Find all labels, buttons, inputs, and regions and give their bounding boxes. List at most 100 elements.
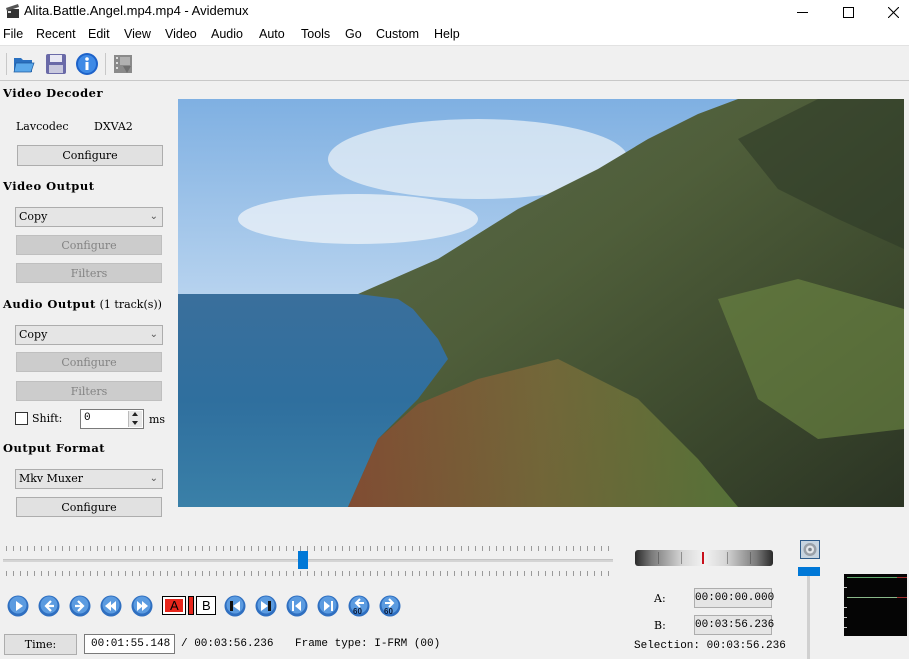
previous-frame-button[interactable] xyxy=(38,595,60,617)
forward-60s-button[interactable]: 60 xyxy=(379,595,401,617)
volume-button[interactable] xyxy=(800,540,820,559)
go-to-marker-a-button[interactable] xyxy=(224,595,246,617)
marker-a-time: 00:00:00.000 xyxy=(694,588,774,608)
marker-divider xyxy=(188,596,194,615)
menu-file[interactable]: File xyxy=(3,27,23,41)
meter-tick xyxy=(844,627,847,628)
menu-bar: File Recent Edit View Video Audio Auto T… xyxy=(0,24,909,45)
marker-b-time: 00:03:56.236 xyxy=(694,615,774,635)
jog-shuttle[interactable] xyxy=(635,550,773,566)
close-button[interactable] xyxy=(870,0,909,24)
filmstrip-filter-icon[interactable] xyxy=(111,52,135,76)
back-60s-button[interactable]: 60 xyxy=(348,595,370,617)
current-time-field[interactable]: 00:01:55.148 xyxy=(84,634,175,654)
meter-channel-left xyxy=(847,577,897,578)
toolbar xyxy=(0,45,909,81)
audio-output-configure-button[interactable]: Configure xyxy=(16,352,162,372)
avidemux-clapper-icon xyxy=(6,4,19,18)
info-icon[interactable] xyxy=(75,52,99,76)
video-output-title: Video Output xyxy=(3,179,95,193)
meter-tick xyxy=(844,587,847,588)
open-folder-icon[interactable] xyxy=(12,52,36,76)
go-to-marker-b-button[interactable] xyxy=(255,595,277,617)
close-icon xyxy=(887,6,899,18)
audio-codec-select[interactable]: Copy ⌄ xyxy=(15,325,163,345)
menu-go[interactable]: Go xyxy=(345,27,362,41)
total-time: / 00:03:56.236 xyxy=(181,638,274,650)
title-bar: Alita.Battle.Angel.mp4.mp4 - Avidemux xyxy=(0,0,909,24)
audio-shift-checkbox[interactable] xyxy=(15,412,28,425)
set-marker-a-button[interactable]: A xyxy=(162,596,186,615)
video-codec-value: Copy xyxy=(19,210,48,223)
video-preview xyxy=(178,99,904,507)
menu-edit[interactable]: Edit xyxy=(88,27,110,41)
maximize-button[interactable] xyxy=(825,0,871,24)
jog-marker xyxy=(702,552,704,564)
menu-audio[interactable]: Audio xyxy=(211,27,243,41)
audio-codec-value: Copy xyxy=(19,328,48,341)
toolbar-separator xyxy=(105,53,106,75)
back-60s-label: 60 xyxy=(353,607,362,616)
previous-keyframe-button[interactable] xyxy=(100,595,122,617)
minimize-button[interactable] xyxy=(779,0,825,24)
timeline-slider-track[interactable] xyxy=(3,559,613,562)
spin-buttons[interactable] xyxy=(128,411,142,427)
video-codec-select[interactable]: Copy ⌄ xyxy=(15,207,163,227)
audio-shift-label: Shift: xyxy=(32,412,63,425)
timeline-slider-handle[interactable] xyxy=(297,551,308,569)
volume-slider-handle[interactable] xyxy=(798,567,820,576)
chevron-down-icon: ⌄ xyxy=(149,473,158,484)
output-format-configure-button[interactable]: Configure xyxy=(16,497,162,517)
video-decoder-title: Video Decoder xyxy=(3,86,103,100)
toolbar-grip xyxy=(6,53,7,75)
menu-video[interactable]: Video xyxy=(165,27,197,41)
audio-output-header: Audio Output (1 track(s)) xyxy=(3,297,162,311)
meter-tick xyxy=(844,617,847,618)
spin-up-icon[interactable] xyxy=(132,412,138,416)
minimize-icon xyxy=(796,11,808,13)
chevron-down-icon: ⌄ xyxy=(149,329,158,340)
next-frame-button[interactable] xyxy=(69,595,91,617)
audio-shift-spinbox[interactable]: 0 xyxy=(80,409,144,429)
jog-tick xyxy=(681,552,682,564)
play-button[interactable] xyxy=(7,595,29,617)
video-filters-button[interactable]: Filters xyxy=(16,263,162,283)
video-output-configure-button[interactable]: Configure xyxy=(16,235,162,255)
jog-tick xyxy=(750,552,751,564)
timeline-ticks-bottom xyxy=(6,571,612,576)
previous-black-frame-button[interactable] xyxy=(286,595,308,617)
next-keyframe-button[interactable] xyxy=(131,595,153,617)
audio-output-title: Audio Output xyxy=(3,297,96,311)
meter-channel-right xyxy=(847,597,897,598)
audio-shift-value: 0 xyxy=(84,412,91,424)
maximize-icon xyxy=(842,6,854,18)
video-decoder-configure-button[interactable]: Configure xyxy=(17,145,163,166)
menu-custom[interactable]: Custom xyxy=(376,27,419,41)
output-muxer-select[interactable]: Mkv Muxer ⌄ xyxy=(15,469,163,489)
window-title: Alita.Battle.Angel.mp4.mp4 - Avidemux xyxy=(24,3,249,18)
volume-slider-track[interactable] xyxy=(807,570,810,659)
audio-level-meter xyxy=(844,574,907,636)
speaker-icon xyxy=(803,543,817,556)
audio-shift-unit: ms xyxy=(149,413,166,426)
menu-help[interactable]: Help xyxy=(434,27,460,41)
audio-filters-button[interactable]: Filters xyxy=(16,381,162,401)
set-marker-b-button[interactable]: B xyxy=(196,596,216,615)
time-button[interactable]: Time: xyxy=(4,634,77,655)
output-format-title: Output Format xyxy=(3,441,106,455)
meter-tick xyxy=(844,607,847,608)
spin-down-icon[interactable] xyxy=(132,421,138,425)
chevron-down-icon: ⌄ xyxy=(149,211,158,222)
marker-a-label: A xyxy=(170,598,179,613)
audio-track-info: (1 track(s)) xyxy=(99,298,162,311)
frame-type: Frame type: I-FRM (00) xyxy=(295,638,441,650)
marker-b-label: B xyxy=(202,598,211,613)
menu-view[interactable]: View xyxy=(124,27,151,41)
menu-auto[interactable]: Auto xyxy=(259,27,285,41)
jog-tick xyxy=(727,552,728,564)
menu-recent[interactable]: Recent xyxy=(36,27,76,41)
next-black-frame-button[interactable] xyxy=(317,595,339,617)
save-disk-icon[interactable] xyxy=(44,52,68,76)
marker-b-time-label: B: xyxy=(654,619,666,632)
menu-tools[interactable]: Tools xyxy=(301,27,330,41)
